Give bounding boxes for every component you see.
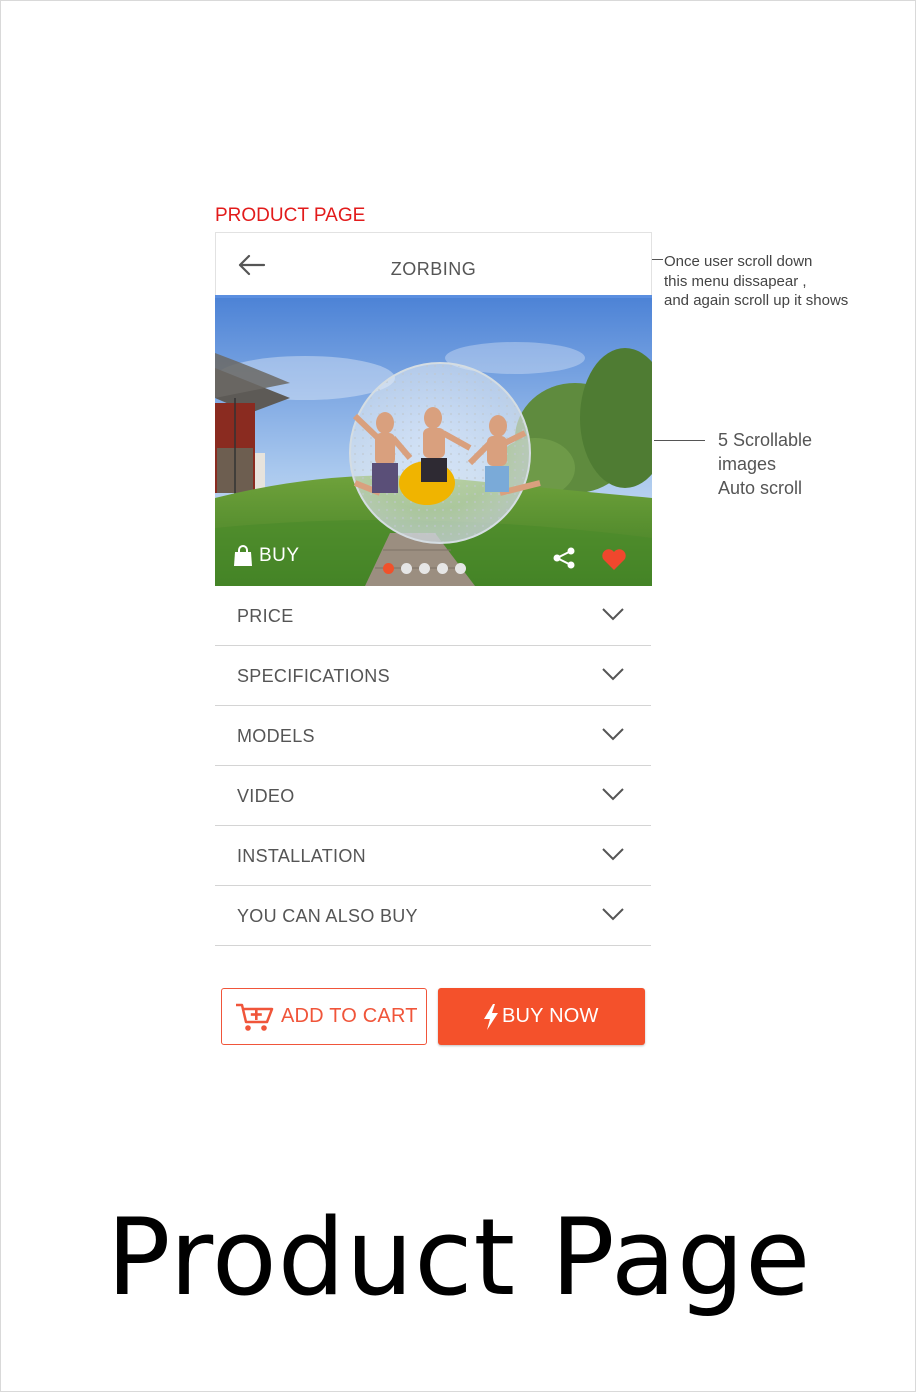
carousel-dot[interactable] [437,563,448,574]
annotation-menu-note: Once user scroll down this menu dissapea… [664,253,849,309]
chevron-down-icon[interactable] [601,666,625,687]
annotation-connector-menu [652,259,663,260]
chevron-down-icon[interactable] [601,906,625,927]
carousel-dot[interactable] [383,563,394,574]
carousel-dot[interactable] [419,563,430,574]
annotation-connector-images [654,440,705,441]
carousel-dot[interactable] [401,563,412,574]
buy-now-label: BUY NOW [502,1005,599,1027]
accordion-label: INSTALLATION [237,846,366,866]
add-to-cart-icon [236,1003,274,1031]
buy-tag[interactable]: BUY [233,545,300,567]
add-to-cart-label: ADD TO CART [281,1005,418,1027]
carousel-dots [383,563,466,574]
accordion-row[interactable]: YOU CAN ALSO BUY [215,886,651,946]
add-to-cart-button[interactable]: ADD TO CART [221,988,427,1045]
top-app-bar: ZORBING [215,232,652,295]
accordion-row[interactable]: MODELS [215,706,651,766]
product-image-carousel[interactable]: BUY [215,298,652,586]
heart-icon[interactable] [601,548,627,576]
accordion-row[interactable]: VIDEO [215,766,651,826]
chevron-down-icon[interactable] [601,726,625,747]
carousel-dot[interactable] [455,563,466,574]
chevron-down-icon[interactable] [601,606,625,627]
chevron-down-icon[interactable] [601,786,625,807]
page-title: ZORBING [390,259,477,279]
accordion-label: SPECIFICATIONS [237,666,390,686]
accordion-label: MODELS [237,726,315,746]
phone-mockup: ZORBING BUY PRICE SPECIFICATIONS MODELS … [215,232,652,946]
accordion-row[interactable]: SPECIFICATIONS [215,646,651,706]
accordion-row[interactable]: INSTALLATION [215,826,651,886]
annotation-images-note: 5 Scrollable images Auto scroll [718,430,813,498]
lightning-icon [484,1003,498,1030]
accordion-row[interactable]: PRICE [215,586,651,646]
shopping-bag-icon [234,545,252,566]
accordion-label: YOU CAN ALSO BUY [237,906,418,926]
details-accordion: PRICE SPECIFICATIONS MODELS VIDEO INSTALLATI… [215,586,651,946]
accordion-label: VIDEO [237,786,295,806]
accordion-label: PRICE [237,606,294,626]
buy-now-button[interactable]: BUY NOW [438,988,645,1045]
buy-tag-label: BUY [259,545,300,566]
share-icon[interactable] [552,546,576,575]
product-image [215,298,652,586]
chevron-down-icon[interactable] [601,846,625,867]
page-caption: Product Page [106,1196,812,1319]
section-label: PRODUCT PAGE [215,205,366,226]
